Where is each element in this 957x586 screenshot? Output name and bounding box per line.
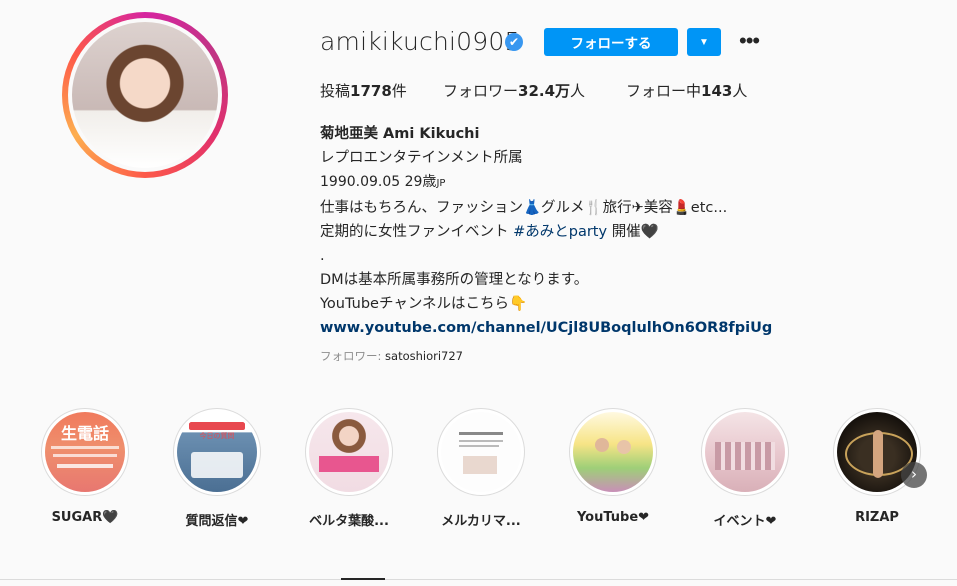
- verified-badge-icon: ✔: [505, 33, 523, 51]
- highlight-cover: [573, 412, 653, 492]
- highlight-cover-line: [459, 432, 503, 435]
- highlight-ring: [305, 408, 393, 496]
- jp-flag-icon: JP: [436, 178, 446, 189]
- highlight-cover: [309, 412, 389, 492]
- profile-avatar-ring[interactable]: [62, 12, 228, 178]
- hashtag-link[interactable]: #あみとparty: [513, 224, 607, 240]
- highlight-cover-figure: [873, 430, 883, 478]
- highlight-cover: 生電話: [45, 412, 125, 492]
- bio-line: YouTubeチャンネルはこちら👇: [320, 296, 528, 312]
- highlight-cover-face: [617, 440, 631, 454]
- highlight-cover-banner: [189, 422, 245, 430]
- follow-button[interactable]: フォローする: [544, 28, 678, 56]
- highlight-belta[interactable]: ベルタ葉酸...: [289, 408, 409, 529]
- posts-label: 投稿: [320, 82, 351, 100]
- highlight-cover-line: [51, 446, 119, 449]
- bio-line: DMは基本所属事務所の管理となります。: [320, 272, 589, 288]
- highlight-ring: [437, 408, 525, 496]
- story-highlights: 生電話 SUGAR🖤 今日の質問 質問返信❤ ベルタ葉酸... メルカリマ...…: [0, 408, 957, 529]
- highlight-cover-note: [191, 452, 243, 478]
- profile-avatar[interactable]: [68, 18, 222, 172]
- highlight-event[interactable]: イベント❤: [685, 408, 805, 529]
- bio-website-link[interactable]: www.youtube.com/channel/UCjl8UBoqlulhOn6…: [320, 316, 772, 340]
- followers-link[interactable]: フォロワー32.4万人: [443, 80, 585, 101]
- highlight-label: RIZAP: [855, 510, 899, 525]
- bio-text: 定期的に女性ファンイベント: [320, 224, 509, 240]
- highlight-label: 質問返信❤: [185, 514, 249, 529]
- highlight-ring: [569, 408, 657, 496]
- highlight-youtube[interactable]: YouTube❤: [553, 408, 673, 525]
- highlight-ring: 生電話: [41, 408, 129, 496]
- highlight-sugar[interactable]: 生電話 SUGAR🖤: [25, 408, 145, 525]
- highlight-ring: 今日の質問: [173, 408, 261, 496]
- following-suffix: 人: [732, 82, 748, 100]
- highlight-cover-line: [57, 464, 113, 468]
- posts-suffix: 件: [391, 82, 407, 100]
- highlight-label: ベルタ葉酸...: [309, 514, 389, 529]
- highlight-cover-line: [53, 454, 117, 457]
- profile-username: amikikuchi0905: [320, 27, 521, 56]
- highlight-cover: [705, 412, 785, 492]
- highlight-label: SUGAR🖤: [51, 510, 119, 525]
- more-options-icon[interactable]: •••: [733, 27, 760, 55]
- highlight-label: メルカリマ...: [441, 514, 521, 529]
- bio-line: 定期的に女性ファンイベント #あみとparty 開催🖤: [320, 220, 760, 244]
- bio-line: 仕事はもちろん、ファッション👗グルメ🍴旅行✈美容💄etc...: [320, 200, 728, 216]
- highlights-next-arrow-icon[interactable]: ›: [901, 462, 927, 488]
- highlight-cover: 今日の質問: [177, 412, 257, 492]
- followed-by-label: フォロワー:: [320, 349, 382, 363]
- highlight-label: イベント❤: [713, 514, 777, 529]
- bio-line: レプロエンタテインメント所属: [320, 150, 523, 166]
- highlight-ring: [701, 408, 789, 496]
- bio-line: .: [320, 248, 325, 264]
- bio-text: 開催🖤: [611, 224, 659, 240]
- highlight-cover-text: 生電話: [60, 424, 109, 443]
- profile-full-name: 菊地亜美 Ami Kikuchi: [320, 126, 480, 142]
- followers-suffix: 人: [570, 82, 586, 100]
- tab-divider: [0, 579, 957, 580]
- followers-label: フォロワー: [443, 82, 519, 100]
- avatar-photo: [72, 22, 218, 168]
- highlight-cover-face: [595, 438, 609, 452]
- bio-birthdate: 1990.09.05 29歳: [320, 174, 437, 190]
- active-tab-indicator: [341, 578, 385, 580]
- highlight-label: YouTube❤: [576, 510, 650, 525]
- following-label: フォロー中: [626, 82, 702, 100]
- following-link[interactable]: フォロー中143人: [626, 80, 747, 101]
- followers-value: 32.4万: [518, 82, 571, 100]
- highlight-cover: [441, 412, 521, 492]
- posts-count: 投稿1778件: [320, 80, 407, 101]
- suggested-accounts-dropdown-button[interactable]: ▼: [687, 28, 721, 56]
- bio-line: 1990.09.05 29歳JP: [320, 170, 760, 196]
- highlight-cover-photo: [463, 456, 497, 474]
- followed-by-user: satoshiori727: [385, 349, 463, 363]
- highlight-cover-text: 今日の質問: [199, 432, 235, 440]
- highlight-mercari[interactable]: メルカリマ...: [421, 408, 541, 529]
- profile-bio: 菊地亜美 Ami Kikuchi レプロエンタテインメント所属 1990.09.…: [320, 122, 772, 340]
- highlight-qa[interactable]: 今日の質問 質問返信❤: [157, 408, 277, 529]
- posts-value: 1778: [350, 82, 392, 100]
- highlight-cover-banner: [319, 456, 379, 472]
- followed-by[interactable]: フォロワー: satoshiori727: [320, 348, 463, 364]
- following-value: 143: [701, 82, 733, 100]
- highlight-cover-line: [459, 445, 499, 447]
- highlight-cover-crowd: [715, 442, 775, 470]
- highlight-cover-line: [459, 440, 503, 442]
